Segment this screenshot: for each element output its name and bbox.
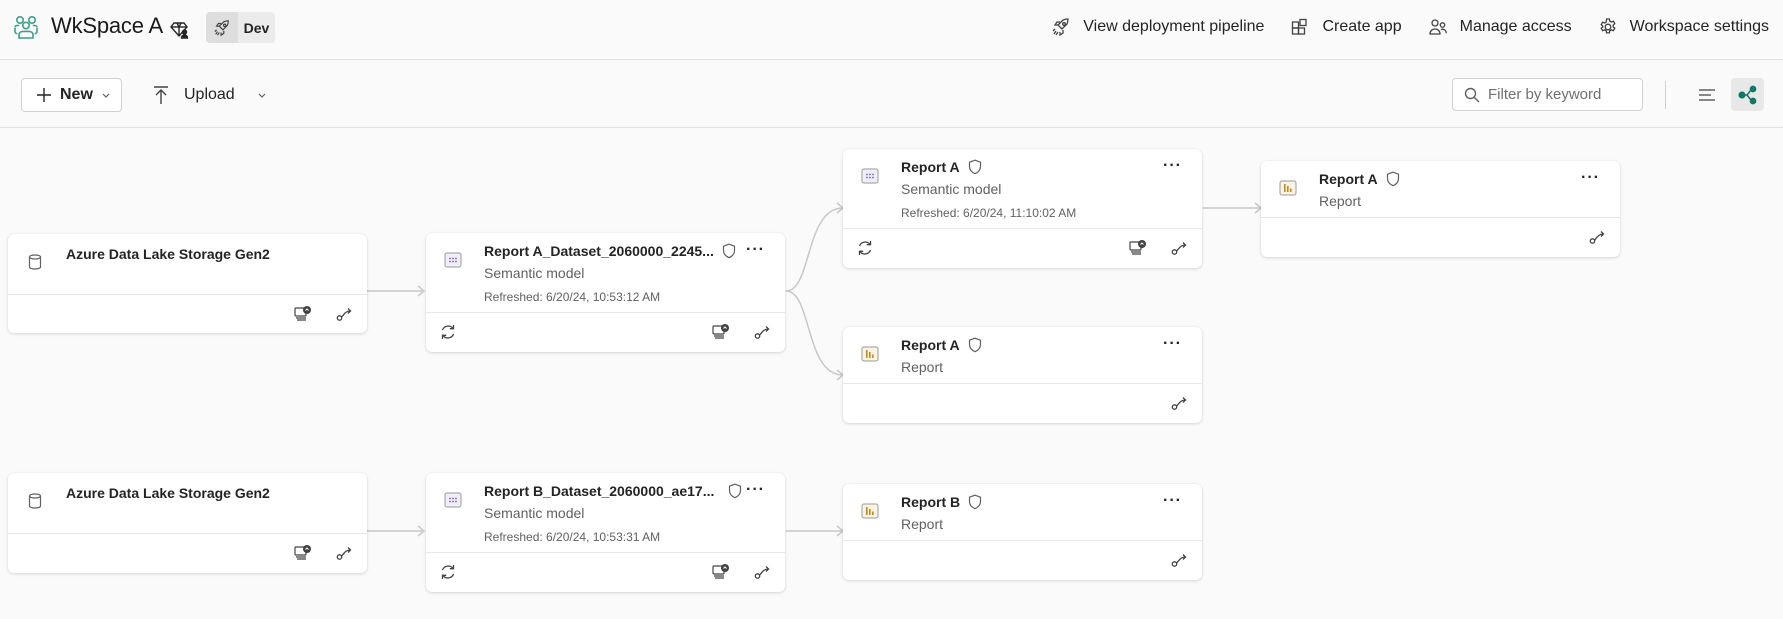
- node-name: Report A_Dataset_2060000_2245...: [484, 243, 714, 259]
- sensitivity-shield-icon[interactable]: [1386, 171, 1400, 187]
- lineage-view-icon: [1737, 85, 1756, 104]
- view-deployment-pipeline-button[interactable]: View deployment pipeline: [1051, 17, 1264, 37]
- node-kind: Report: [1319, 193, 1362, 209]
- lineage-node-report[interactable]: Report B Report ···: [843, 484, 1202, 580]
- lineage-node-datasource[interactable]: Azure Data Lake Storage Gen2: [8, 473, 367, 573]
- workspace-title: WkSpace A: [51, 13, 163, 38]
- node-name: Azure Data Lake Storage Gen2: [66, 246, 270, 262]
- chevron-down-icon: [258, 93, 266, 98]
- node-name: Azure Data Lake Storage Gen2: [66, 485, 270, 501]
- show-lineage-icon[interactable]: [1169, 392, 1191, 414]
- more-options-button[interactable]: ···: [1581, 169, 1600, 187]
- manage-access-button[interactable]: Manage access: [1428, 17, 1572, 37]
- more-options-button[interactable]: ···: [746, 481, 765, 499]
- node-kind: Semantic model: [484, 265, 585, 281]
- lineage-view-button[interactable]: [1731, 78, 1764, 111]
- more-options-button[interactable]: ···: [1163, 335, 1182, 353]
- lineage-node-semantic-model[interactable]: Report B_Dataset_2060000_ae17... Semanti…: [426, 473, 785, 592]
- report-icon: [1278, 178, 1298, 198]
- impact-analysis-icon[interactable]: [292, 542, 314, 564]
- lineage-node-datasource[interactable]: Azure Data Lake Storage Gen2: [8, 234, 367, 333]
- more-options-button[interactable]: ···: [1163, 492, 1182, 510]
- new-label: New: [60, 86, 93, 103]
- node-refreshed: Refreshed: 6/20/24, 10:53:12 AM: [484, 290, 661, 304]
- semantic-model-icon: [443, 490, 463, 510]
- semantic-model-icon: [860, 166, 880, 186]
- toolbar: New Upload: [0, 61, 1783, 128]
- header-actions: View deployment pipeline Create app Mana…: [1051, 17, 1769, 37]
- filter-box: [1452, 78, 1643, 111]
- node-name: Report B: [901, 494, 961, 510]
- node-refreshed: Refreshed: 6/20/24, 10:53:31 AM: [484, 530, 661, 544]
- list-view-button[interactable]: [1690, 78, 1724, 112]
- chevron-down-icon: [102, 93, 110, 98]
- show-lineage-icon[interactable]: [334, 542, 356, 564]
- node-refreshed: Refreshed: 6/20/24, 11:10:02 AM: [901, 206, 1077, 220]
- plus-icon: [37, 88, 51, 102]
- node-name: Report A: [901, 159, 960, 175]
- node-kind: Semantic model: [901, 181, 1002, 197]
- refresh-icon[interactable]: [437, 561, 459, 583]
- lineage-node-report[interactable]: Report A Report ···: [1261, 161, 1620, 257]
- refresh-icon[interactable]: [437, 321, 459, 343]
- datasource-icon: [25, 252, 45, 272]
- workspace-icon: [14, 15, 38, 39]
- node-name: Report A: [1319, 171, 1378, 187]
- stage-label: Dev: [243, 19, 270, 36]
- impact-analysis-icon[interactable]: [710, 321, 732, 343]
- show-lineage-icon[interactable]: [752, 321, 774, 343]
- sensitivity-shield-icon[interactable]: [968, 159, 982, 175]
- show-lineage-icon[interactable]: [1169, 237, 1191, 259]
- report-icon: [860, 501, 880, 521]
- show-lineage-icon[interactable]: [752, 561, 774, 583]
- show-lineage-icon[interactable]: [1169, 549, 1191, 571]
- gear-icon: [1600, 18, 1616, 34]
- lineage-node-semantic-model[interactable]: Report A_Dataset_2060000_2245... Semanti…: [426, 233, 785, 352]
- node-name: Report B_Dataset_2060000_ae17...: [484, 483, 715, 499]
- lineage-node-semantic-model[interactable]: Report A Semantic model Refreshed: 6/20/…: [843, 149, 1202, 268]
- toolbar-divider: [1665, 81, 1666, 109]
- manage-access-label: Manage access: [1459, 18, 1572, 35]
- sensitivity-shield-icon[interactable]: [968, 337, 982, 353]
- show-lineage-icon[interactable]: [334, 303, 356, 325]
- upload-label: Upload: [184, 86, 235, 103]
- sensitivity-shield-icon[interactable]: [728, 483, 742, 499]
- refresh-icon[interactable]: [854, 237, 876, 259]
- node-kind: Semantic model: [484, 505, 585, 521]
- lineage-node-report[interactable]: Report A Report ···: [843, 327, 1202, 423]
- people-icon: [1428, 19, 1447, 35]
- datasource-icon: [25, 491, 45, 511]
- more-options-button[interactable]: ···: [1163, 157, 1182, 175]
- impact-analysis-icon[interactable]: [1127, 237, 1149, 259]
- view-deployment-pipeline-label: View deployment pipeline: [1083, 18, 1265, 35]
- upload-icon: [154, 86, 168, 104]
- workspace-settings-label: Workspace settings: [1629, 18, 1769, 35]
- create-app-button[interactable]: Create app: [1290, 17, 1402, 37]
- new-button[interactable]: New: [21, 78, 122, 112]
- node-name: Report A: [901, 337, 960, 353]
- filter-input[interactable]: [1488, 86, 1638, 103]
- premium-capacity-icon[interactable]: [170, 19, 190, 39]
- workspace-header: WkSpace A Dev View deployment pipeline C…: [0, 0, 1783, 60]
- report-icon: [860, 344, 880, 364]
- impact-analysis-icon[interactable]: [292, 303, 314, 325]
- create-app-label: Create app: [1322, 18, 1402, 35]
- workspace-settings-button[interactable]: Workspace settings: [1598, 17, 1769, 37]
- upload-button[interactable]: Upload: [152, 78, 267, 112]
- rocket-icon: [214, 19, 229, 36]
- sensitivity-shield-icon[interactable]: [968, 494, 982, 510]
- app-icon: [1292, 18, 1308, 35]
- node-kind: Report: [901, 516, 944, 532]
- impact-analysis-icon[interactable]: [710, 561, 732, 583]
- more-options-button[interactable]: ···: [746, 241, 765, 259]
- deployment-stage-badge[interactable]: Dev: [206, 12, 275, 43]
- show-lineage-icon[interactable]: [1587, 226, 1609, 248]
- semantic-model-icon: [443, 250, 463, 270]
- list-view-icon: [1699, 89, 1715, 101]
- search-icon: [1464, 87, 1480, 102]
- sensitivity-shield-icon[interactable]: [722, 243, 736, 259]
- rocket-icon: [1052, 18, 1069, 37]
- node-kind: Report: [901, 359, 944, 375]
